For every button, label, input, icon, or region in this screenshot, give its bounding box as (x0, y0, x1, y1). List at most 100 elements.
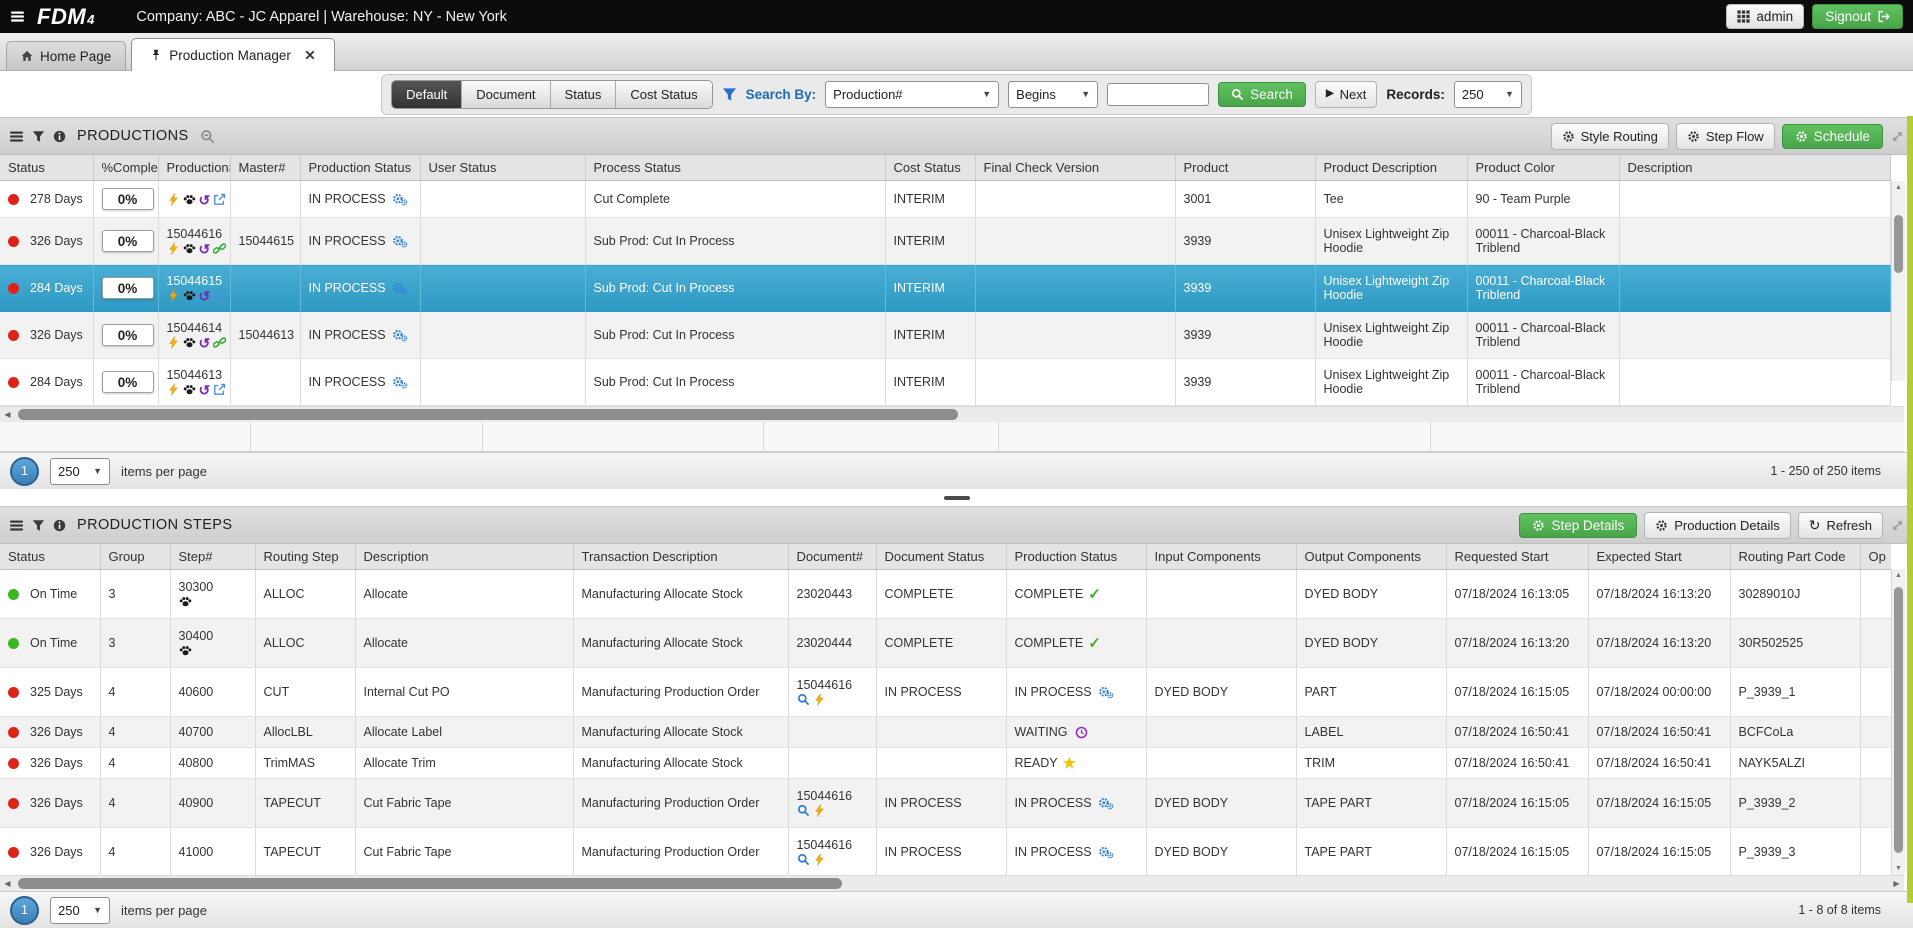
column-header-user-status[interactable]: User Status (420, 155, 585, 181)
column-header-transaction-description[interactable]: Transaction Description (573, 544, 788, 570)
expand-icon[interactable] (1891, 519, 1904, 532)
steps-row[interactable]: On Time330300ALLOCAllocateManufacturing … (0, 570, 1891, 619)
steps-row[interactable]: 326 Days440800TrimMASAllocate TrimManufa… (0, 748, 1891, 779)
column-header-input-components[interactable]: Input Components (1146, 544, 1296, 570)
lightning-icon[interactable] (813, 804, 826, 817)
page-size-select[interactable]: 250 ▼ (50, 458, 110, 485)
scroll-up-icon[interactable]: ▲ (1892, 569, 1905, 582)
records-select[interactable]: 250 ▼ (1454, 81, 1522, 108)
filter-tab-cost-status[interactable]: Cost Status (615, 81, 711, 108)
column-header--complete[interactable]: %Complete (93, 155, 158, 181)
link-icon[interactable] (213, 336, 226, 349)
pin-icon[interactable] (150, 49, 162, 61)
column-header-production-status[interactable]: Production Status (1006, 544, 1146, 570)
column-header-production-[interactable]: Production# (158, 155, 230, 181)
search-icon[interactable] (797, 804, 810, 817)
external-link-icon[interactable] (213, 289, 226, 302)
steps-row[interactable]: 325 Days440600CUTInternal Cut POManufact… (0, 668, 1891, 717)
steps-row[interactable]: 326 Days440700AllocLBLAllocate LabelManu… (0, 717, 1891, 748)
paw-icon[interactable] (183, 336, 196, 349)
productions-vertical-scrollbar[interactable]: ▲ (1891, 181, 1905, 381)
filter-tab-document[interactable]: Document (461, 81, 549, 108)
column-header-group[interactable]: Group (100, 544, 170, 570)
schedule-button[interactable]: Schedule (1782, 124, 1883, 149)
production-details-button[interactable]: Production Details (1644, 512, 1791, 539)
info-icon[interactable] (53, 130, 66, 143)
expand-icon[interactable] (1891, 130, 1904, 143)
steps-vertical-scrollbar[interactable]: ▲ ▼ (1891, 569, 1905, 875)
scrollbar-thumb[interactable] (18, 878, 842, 889)
search-operator-select[interactable]: Begins ▼ (1008, 81, 1098, 108)
history-icon[interactable]: ↺ (199, 289, 211, 303)
search-icon[interactable] (797, 853, 810, 866)
paw-icon[interactable] (179, 595, 192, 608)
column-header-requested-start[interactable]: Requested Start (1446, 544, 1588, 570)
column-header-description[interactable]: Description (1619, 155, 1890, 181)
productions-row[interactable]: 278 Days0%↺IN PROCESSCut CompleteINTERIM… (0, 181, 1890, 218)
refresh-button[interactable]: ↻Refresh (1798, 512, 1883, 539)
lightning-icon[interactable] (167, 193, 180, 206)
lightning-icon[interactable] (167, 289, 180, 302)
filter-tab-status[interactable]: Status (550, 81, 616, 108)
history-icon[interactable]: ↺ (199, 242, 211, 256)
column-header-step-[interactable]: Step# (170, 544, 255, 570)
paw-icon[interactable] (183, 383, 196, 396)
step-details-button[interactable]: Step Details (1519, 513, 1637, 538)
style-routing-button[interactable]: Style Routing (1551, 123, 1669, 150)
scrollbar-thumb[interactable] (18, 409, 958, 420)
step-flow-button[interactable]: Step Flow (1676, 123, 1775, 150)
page-number-button[interactable]: 1 (10, 896, 39, 925)
scroll-up-icon[interactable]: ▲ (1892, 181, 1905, 194)
column-header-status[interactable]: Status (0, 544, 100, 570)
column-header-op[interactable]: Op (1860, 544, 1891, 570)
paw-icon[interactable] (183, 289, 196, 302)
column-header-routing-step[interactable]: Routing Step (255, 544, 355, 570)
lightning-icon[interactable] (167, 242, 180, 255)
paw-icon[interactable] (179, 644, 192, 657)
productions-row[interactable]: 284 Days0%15044613↺IN PROCESSSub Prod: C… (0, 359, 1890, 406)
column-header-description[interactable]: Description (355, 544, 573, 570)
panel-menu-icon[interactable] (9, 518, 24, 533)
column-header-document-[interactable]: Document# (788, 544, 876, 570)
productions-row[interactable]: 326 Days0%15044616↺15044615IN PROCESSSub… (0, 218, 1890, 265)
column-header-document-status[interactable]: Document Status (876, 544, 1006, 570)
scrollbar-thumb[interactable] (1894, 215, 1903, 273)
search-icon[interactable] (797, 693, 810, 706)
column-header-expected-start[interactable]: Expected Start (1588, 544, 1730, 570)
filter-tab-default[interactable]: Default (392, 81, 461, 108)
history-icon[interactable]: ↺ (199, 193, 211, 207)
steps-horizontal-scrollbar[interactable]: ◀ ▶ (0, 875, 1904, 891)
signout-button[interactable]: Signout (1812, 4, 1903, 29)
column-header-product[interactable]: Product (1175, 155, 1315, 181)
lightning-icon[interactable] (813, 693, 826, 706)
search-button[interactable]: Search (1218, 82, 1306, 107)
info-icon[interactable] (53, 519, 66, 532)
admin-button[interactable]: admin (1726, 4, 1804, 29)
steps-row[interactable]: On Time330400ALLOCAllocateManufacturing … (0, 619, 1891, 668)
steps-row[interactable]: 326 Days440900TAPECUTCut Fabric TapeManu… (0, 779, 1891, 828)
external-link-icon[interactable] (213, 383, 226, 396)
scrollbar-thumb[interactable] (1894, 587, 1903, 853)
page-number-button[interactable]: 1 (10, 457, 39, 486)
close-icon[interactable] (304, 49, 316, 61)
column-header-production-status[interactable]: Production Status (300, 155, 420, 181)
column-header-master-[interactable]: Master# (230, 155, 300, 181)
link-icon[interactable] (213, 242, 226, 255)
steps-row[interactable]: 326 Days441000TAPECUTCut Fabric TapeManu… (0, 828, 1891, 876)
next-button[interactable]: ▶ Next (1315, 81, 1377, 108)
column-header-output-components[interactable]: Output Components (1296, 544, 1446, 570)
paw-icon[interactable] (183, 242, 196, 255)
panel-filter-icon[interactable] (32, 519, 45, 532)
lightning-icon[interactable] (813, 853, 826, 866)
productions-row[interactable]: 326 Days0%15044614↺15044613IN PROCESSSub… (0, 312, 1890, 359)
column-header-final-check-version[interactable]: Final Check Version (975, 155, 1175, 181)
column-header-cost-status[interactable]: Cost Status (885, 155, 975, 181)
lightning-icon[interactable] (167, 383, 180, 396)
tab-home-page[interactable]: Home Page (6, 41, 126, 70)
paw-icon[interactable] (183, 193, 196, 206)
column-header-process-status[interactable]: Process Status (585, 155, 885, 181)
scroll-left-icon[interactable]: ◀ (0, 876, 15, 891)
scroll-left-icon[interactable]: ◀ (0, 407, 15, 422)
splitter-handle[interactable] (944, 496, 970, 500)
page-size-select[interactable]: 250 ▼ (50, 897, 110, 924)
